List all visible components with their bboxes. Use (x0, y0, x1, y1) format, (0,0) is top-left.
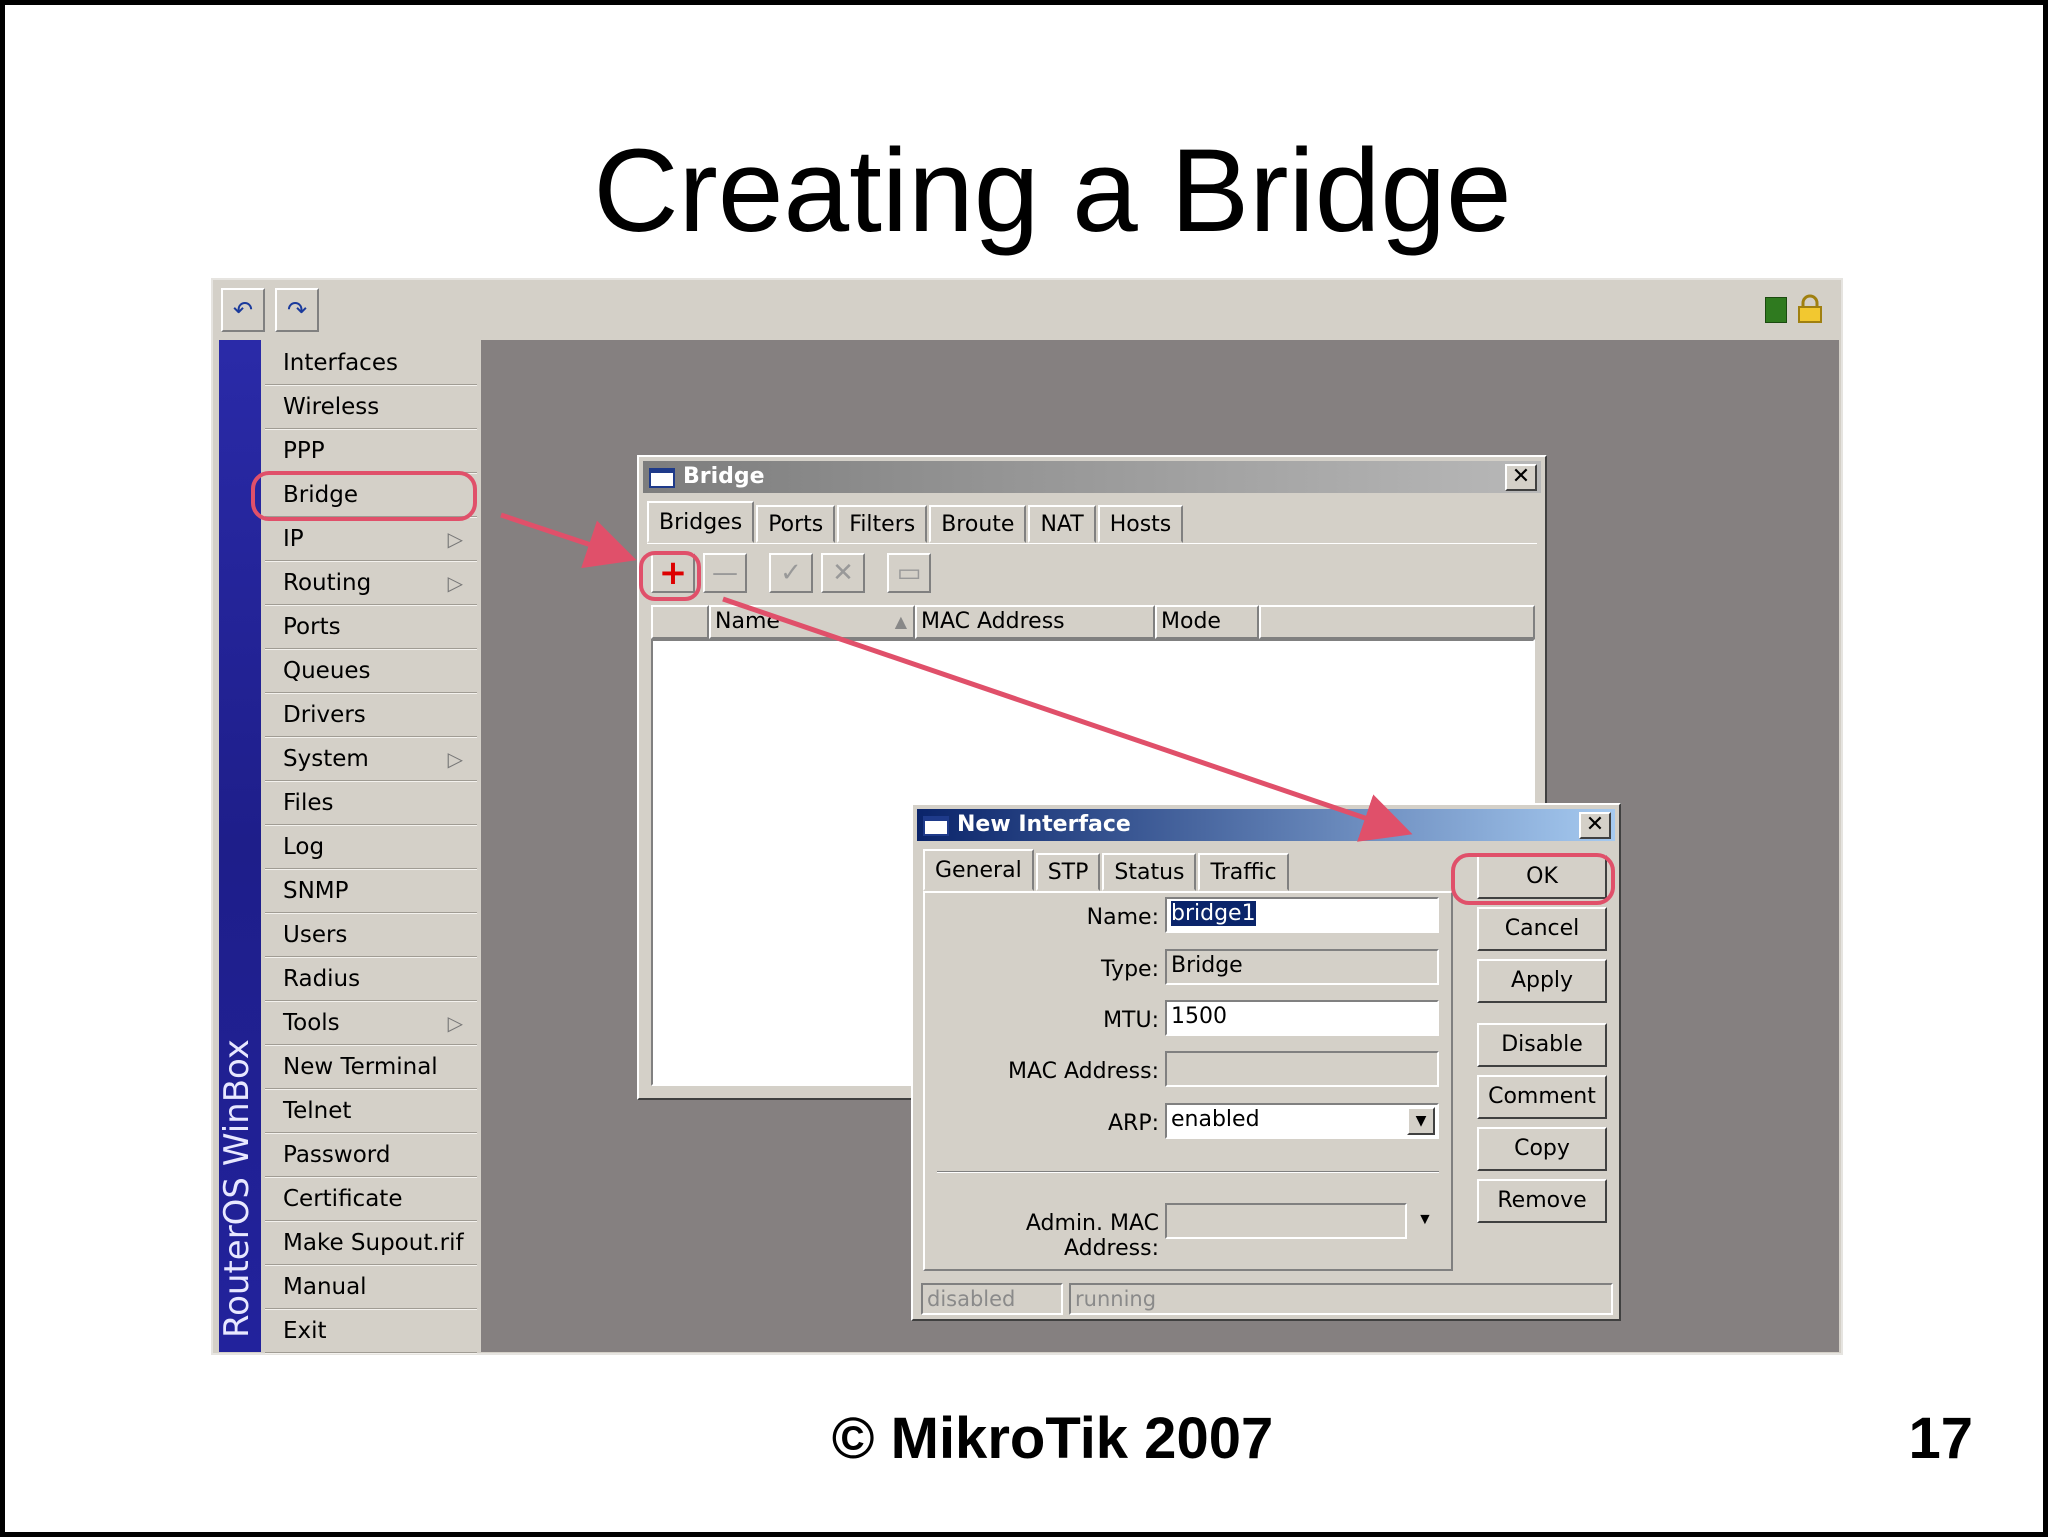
menu-item-ports[interactable]: Ports (265, 606, 477, 650)
comment-button[interactable]: Comment (1477, 1075, 1607, 1119)
tab-ports[interactable]: Ports (756, 505, 836, 543)
bridge-list-header: Name ▲ MAC Address Mode (651, 605, 1535, 639)
menu-item-make-supout-rif[interactable]: Make Supout.rif (265, 1222, 477, 1266)
menu-item-routing[interactable]: Routing ▷ (265, 562, 477, 606)
column-name[interactable]: Name ▲ (709, 605, 915, 639)
arp-label: ARP: (1107, 1111, 1159, 1136)
apply-button[interactable]: Apply (1477, 959, 1607, 1003)
name-field[interactable]: bridge1 (1165, 897, 1439, 933)
bridge-title: Bridge (683, 464, 765, 489)
bridge-menu-highlight (251, 471, 477, 521)
menu-item-interfaces[interactable]: Interfaces (265, 342, 477, 386)
ok-button-highlight (1451, 853, 1615, 905)
menu-item-wireless[interactable]: Wireless (265, 386, 477, 430)
lock-icon (1798, 294, 1822, 323)
menu-item-drivers[interactable]: Drivers (265, 694, 477, 738)
remove-button[interactable]: — (703, 553, 747, 593)
dropdown-arrow-icon[interactable]: ▼ (1417, 1211, 1433, 1229)
copy-button[interactable]: Copy (1477, 1127, 1607, 1171)
status-running: running (1069, 1283, 1613, 1315)
column-filler (1259, 605, 1535, 639)
undo-icon[interactable]: ↶ (221, 288, 265, 332)
slide: Creating a Bridge ↶ ↷ RouterOS WinBox In… (0, 0, 2048, 1537)
menu-item-exit[interactable]: Exit (265, 1310, 477, 1354)
status-disabled: disabled (921, 1283, 1063, 1315)
menu-item-radius[interactable]: Radius (265, 958, 477, 1002)
menu-item-ip[interactable]: IP ▷ (265, 518, 477, 562)
tab-bridges[interactable]: Bridges (647, 501, 755, 543)
cancel-button[interactable]: Cancel (1477, 907, 1607, 951)
mac-address-field (1165, 1051, 1439, 1087)
submenu-arrow-icon: ▷ (447, 1011, 463, 1035)
tab-general[interactable]: General (923, 849, 1034, 891)
admin-mac-address-field[interactable] (1165, 1203, 1407, 1239)
menu-item-snmp[interactable]: SNMP (265, 870, 477, 914)
window-icon (923, 816, 949, 836)
enable-button[interactable]: ✓ (769, 553, 813, 593)
type-field: Bridge (1165, 949, 1439, 985)
comment-button[interactable]: ▭ (887, 553, 931, 593)
bridge-tabs: Bridges Ports Filters Broute NAT Hosts (647, 501, 1185, 543)
tab-broute[interactable]: Broute (929, 505, 1027, 543)
new-interface-title: New Interface (957, 812, 1131, 837)
window-icon (649, 468, 675, 488)
admin-mac-address-label: Admin. MAC Address: (1025, 1211, 1159, 1261)
tab-status[interactable]: Status (1102, 853, 1197, 891)
winbox-toolbar: ↶ ↷ (213, 280, 1841, 340)
sort-ascending-icon: ▲ (894, 612, 907, 631)
menu-item-files[interactable]: Files (265, 782, 477, 826)
menu-item-queues[interactable]: Queues (265, 650, 477, 694)
menu-item-new-terminal[interactable]: New Terminal (265, 1046, 477, 1090)
menu-item-manual[interactable]: Manual (265, 1266, 477, 1310)
type-label: Type: (1101, 957, 1159, 982)
menu-item-telnet[interactable]: Telnet (265, 1090, 477, 1134)
mac-address-label: MAC Address: (1007, 1059, 1159, 1084)
submenu-arrow-icon: ▷ (447, 747, 463, 771)
slide-title: Creating a Bridge (593, 125, 1512, 257)
menu-item-log[interactable]: Log (265, 826, 477, 870)
remove-button[interactable]: Remove (1477, 1179, 1607, 1223)
tab-traffic[interactable]: Traffic (1198, 853, 1289, 891)
tab-hosts[interactable]: Hosts (1097, 505, 1184, 543)
close-button[interactable]: ✕ (1579, 812, 1611, 839)
chevron-down-icon[interactable]: ▼ (1407, 1107, 1435, 1135)
bridge-titlebar[interactable]: Bridge ✕ (643, 461, 1541, 493)
menu-item-certificate[interactable]: Certificate (265, 1178, 477, 1222)
mtu-label: MTU: (1103, 1008, 1159, 1033)
column-mac-address[interactable]: MAC Address (915, 605, 1155, 639)
tab-nat[interactable]: NAT (1028, 505, 1096, 543)
submenu-arrow-icon: ▷ (447, 571, 463, 595)
name-label: Name: (1086, 905, 1159, 930)
column-mode[interactable]: Mode (1155, 605, 1259, 639)
disable-button[interactable]: Disable (1477, 1023, 1607, 1067)
general-panel: Name: bridge1 Type: Bridge MTU: 1500 MAC… (923, 891, 1453, 1271)
new-interface-titlebar[interactable]: New Interface ✕ (917, 809, 1615, 841)
add-button-highlight (639, 551, 701, 601)
arp-select[interactable]: enabled ▼ (1165, 1103, 1439, 1139)
divider (937, 1171, 1439, 1173)
tab-stp[interactable]: STP (1035, 853, 1101, 891)
submenu-arrow-icon: ▷ (447, 527, 463, 551)
menu-item-tools[interactable]: Tools ▷ (265, 1002, 477, 1046)
menu-item-ppp[interactable]: PPP (265, 430, 477, 474)
column-flags[interactable] (651, 605, 709, 639)
brand-label: RouterOS WinBox (217, 1039, 257, 1338)
menu-item-system[interactable]: System ▷ (265, 738, 477, 782)
page-number: 17 (1908, 1406, 1973, 1471)
menu-item-password[interactable]: Password (265, 1134, 477, 1178)
new-interface-tabs: General STP Status Traffic (923, 849, 1291, 891)
menu-item-users[interactable]: Users (265, 914, 477, 958)
disable-button[interactable]: ✕ (821, 553, 865, 593)
tab-filters[interactable]: Filters (837, 505, 928, 543)
connection-status-icon (1765, 297, 1787, 323)
redo-icon[interactable]: ↷ (275, 288, 319, 332)
close-button[interactable]: ✕ (1505, 464, 1537, 491)
footer-copyright: © MikroTik 2007 (831, 1406, 1274, 1471)
mtu-field[interactable]: 1500 (1165, 1000, 1439, 1036)
